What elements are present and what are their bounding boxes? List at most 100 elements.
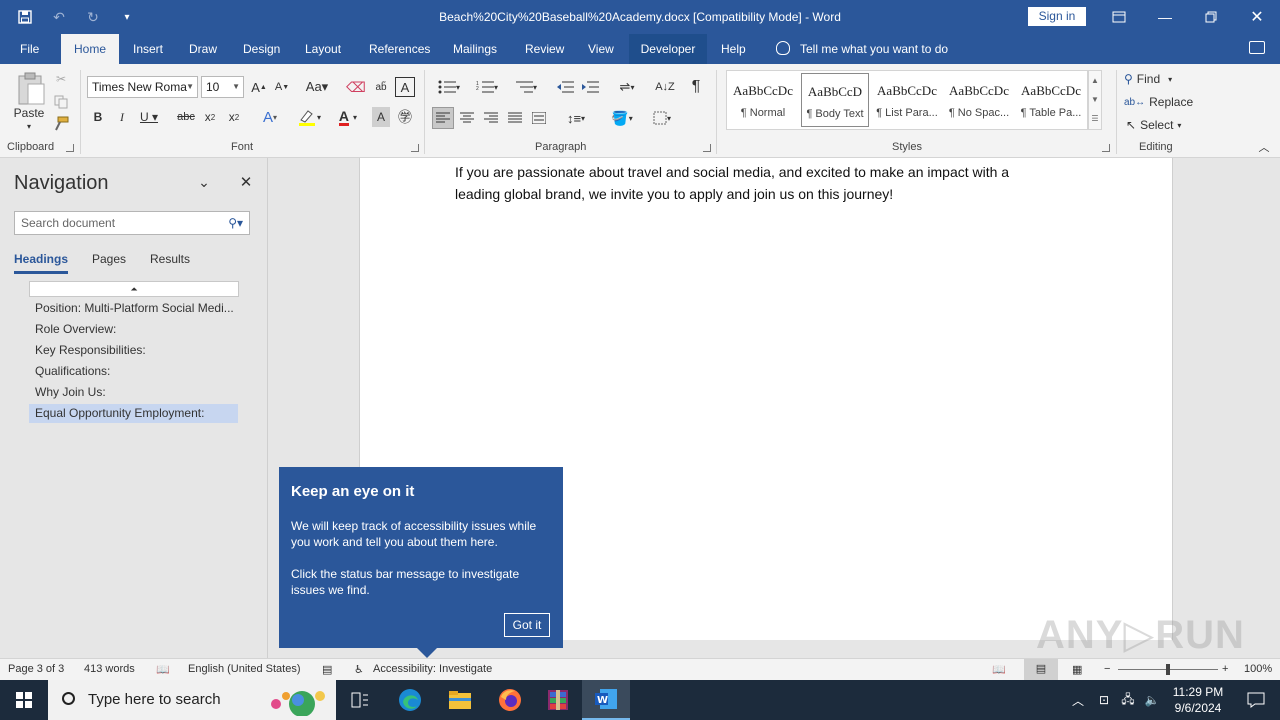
network-icon[interactable]: 🖧 [1116, 690, 1140, 711]
tab-view[interactable]: View [580, 34, 622, 64]
accessibility-status[interactable]: Accessibility: Investigate [373, 663, 492, 675]
file-explorer-icon[interactable] [436, 680, 484, 720]
strikethrough-icon[interactable]: abc [176, 107, 196, 127]
select-button[interactable]: ↖ Select ▾ [1126, 116, 1190, 134]
tab-headings[interactable]: Headings [14, 252, 69, 274]
heading-item[interactable]: Position: Multi-Platform Social Medi... [29, 299, 238, 318]
tab-layout[interactable]: Layout [297, 34, 349, 64]
font-size-dropdown-icon[interactable]: ▼ [232, 77, 240, 97]
numbering-icon[interactable]: 1 2 ▾ [471, 77, 503, 97]
zoom-level[interactable]: 100% [1244, 663, 1272, 675]
print-layout-icon[interactable]: ▤ [1024, 659, 1058, 680]
tab-references[interactable]: References [361, 34, 438, 64]
tab-results[interactable]: Results [150, 252, 190, 266]
font-launcher-icon[interactable] [411, 144, 419, 152]
minimize-icon[interactable]: — [1142, 0, 1188, 34]
more-styles-icon[interactable]: ☰ [1089, 109, 1101, 128]
multilevel-list-icon[interactable]: ▾ [510, 77, 542, 97]
style-normal[interactable]: AaBbCcDc ¶ Normal [729, 73, 797, 127]
styles-gallery-scroll[interactable]: ▲ ▼ ☰ [1088, 70, 1102, 130]
edge-icon[interactable] [386, 680, 434, 720]
font-size-box[interactable]: 10 ▼ [201, 76, 244, 98]
line-spacing-icon[interactable]: ↕≡ ▾ [560, 107, 592, 129]
find-button[interactable]: ⚲ Find ▾ [1124, 70, 1188, 88]
paste-dropdown-icon[interactable]: ▾ [22, 121, 36, 131]
comments-icon[interactable] [1249, 41, 1265, 54]
macro-icon[interactable]: ▤ [322, 663, 332, 676]
style-no-spacing[interactable]: AaBbCcDc ¶ No Spac... [945, 73, 1013, 127]
tab-home[interactable]: Home [61, 34, 119, 64]
font-name-dropdown-icon[interactable]: ▼ [186, 77, 194, 97]
clock[interactable]: 11:29 PM 9/6/2024 [1166, 684, 1230, 716]
shrink-font-icon[interactable]: A ▼ [273, 77, 291, 97]
italic-icon[interactable]: I [113, 107, 131, 127]
search-document-input[interactable]: Search document ⚲▾ [14, 211, 250, 235]
tab-developer[interactable]: Developer [629, 34, 707, 64]
style-body-text[interactable]: AaBbCcD ¶ Body Text [801, 73, 869, 127]
borders-icon[interactable]: ▾ [645, 107, 679, 129]
word-count[interactable]: 413 words [84, 663, 135, 675]
paste-icon[interactable] [14, 70, 48, 108]
shading-icon[interactable]: 🪣 ▾ [605, 107, 639, 129]
tab-help[interactable]: Help [713, 34, 754, 64]
style-list-paragraph[interactable]: AaBbCcDc ¶ List Para... [873, 73, 941, 127]
close-icon[interactable]: ✕ [1234, 0, 1280, 34]
volume-icon[interactable]: 🔈 [1140, 693, 1164, 707]
tab-draw[interactable]: Draw [181, 34, 225, 64]
clear-formatting-icon[interactable]: ⌫ [346, 77, 366, 97]
align-left-icon[interactable] [432, 107, 454, 129]
tab-insert[interactable]: Insert [125, 34, 171, 64]
show-hidden-icons-icon[interactable]: ︿ [1070, 692, 1086, 709]
paste-button[interactable]: Paste [10, 106, 48, 120]
heading-item[interactable]: Why Join Us: [29, 383, 238, 402]
body-paragraph[interactable]: If you are passionate about travel and s… [455, 161, 1055, 205]
tab-mailings[interactable]: Mailings [445, 34, 505, 64]
subscript-icon[interactable]: x2 [200, 107, 220, 127]
taskbar-search[interactable]: Type here to search [48, 680, 336, 720]
start-button[interactable] [0, 680, 48, 720]
proofing-icon[interactable]: 📖 [156, 663, 170, 676]
tell-me-box[interactable]: Tell me what you want to do [776, 34, 948, 64]
got-it-button[interactable]: Got it [504, 613, 550, 637]
sign-in-button[interactable]: Sign in [1028, 7, 1086, 26]
style-table-paragraph[interactable]: AaBbCcDc ¶ Table Pa... [1017, 73, 1085, 127]
zoom-in-icon[interactable]: + [1222, 663, 1228, 675]
change-case-icon[interactable]: Aa▾ [302, 77, 332, 97]
font-name-box[interactable]: Times New Roma ▼ [87, 76, 198, 98]
align-center-icon[interactable] [457, 107, 477, 129]
page-count[interactable]: Page 3 of 3 [8, 663, 64, 675]
web-layout-icon[interactable]: ▦ [1072, 663, 1082, 676]
heading-item[interactable]: Role Overview: [29, 320, 238, 339]
text-effects-icon[interactable]: A ▾ [255, 107, 285, 127]
superscript-icon[interactable]: x2 [224, 107, 244, 127]
decrease-indent-icon[interactable] [555, 77, 575, 97]
heading-item[interactable]: Qualifications: [29, 362, 238, 381]
justify-icon[interactable] [505, 107, 525, 129]
ribbon-display-options-icon[interactable] [1096, 0, 1142, 34]
search-icon[interactable]: ⚲▾ [228, 212, 243, 234]
tab-design[interactable]: Design [235, 34, 288, 64]
collapse-all-icon[interactable]: ⏶ [29, 281, 239, 297]
show-formatting-marks-icon[interactable]: ¶ [686, 77, 706, 97]
tab-pages[interactable]: Pages [92, 252, 126, 266]
scroll-down-icon[interactable]: ▼ [1089, 90, 1101, 109]
scroll-up-icon[interactable]: ▲ [1089, 71, 1101, 90]
language-status[interactable]: English (United States) [188, 663, 301, 675]
heading-item-current[interactable]: Equal Opportunity Employment: [29, 404, 238, 423]
paragraph-launcher-icon[interactable] [703, 144, 711, 152]
increase-indent-icon[interactable] [580, 77, 600, 97]
cut-icon[interactable]: ✂ [52, 70, 70, 88]
restore-icon[interactable] [1188, 0, 1234, 34]
sort-icon[interactable]: A↓Z [655, 77, 675, 97]
bold-icon[interactable]: B [89, 107, 107, 127]
character-shading-icon[interactable]: A [372, 107, 390, 127]
task-view-icon[interactable] [336, 680, 384, 720]
format-painter-icon[interactable] [52, 115, 70, 133]
winrar-icon[interactable] [534, 680, 582, 720]
collapse-ribbon-icon[interactable]: ︿ [1256, 140, 1272, 154]
highlight-color-icon[interactable]: ▾ [292, 107, 326, 127]
close-pane-icon[interactable]: ✕ [236, 172, 256, 192]
enclose-characters-icon[interactable]: ㊫ [395, 107, 415, 127]
notifications-icon[interactable] [1232, 680, 1280, 720]
word-icon[interactable]: W [582, 680, 630, 720]
